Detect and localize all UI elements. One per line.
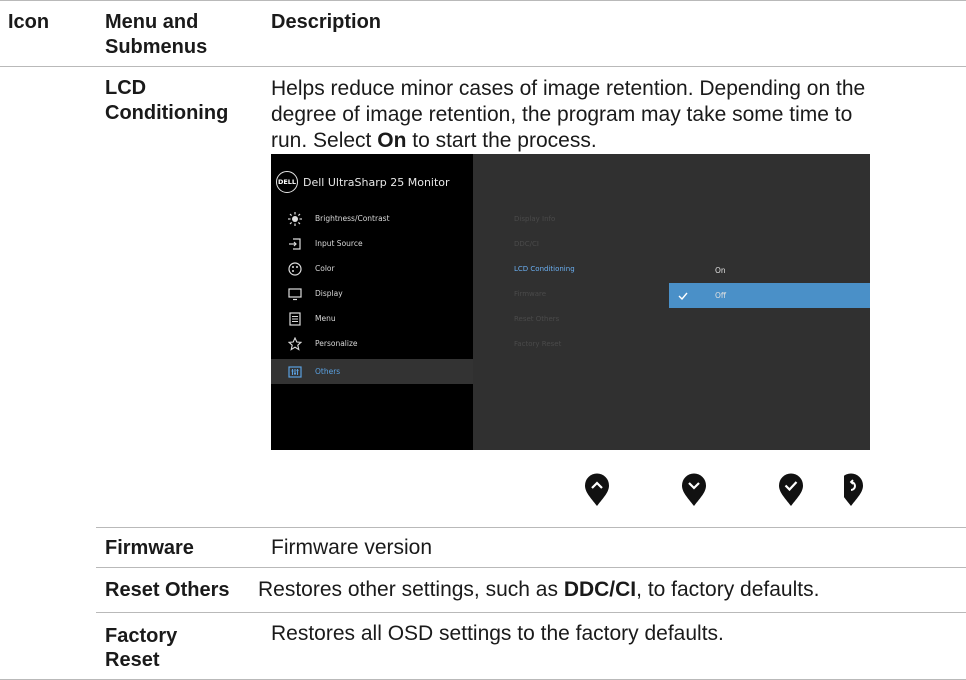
- submenu-factory-reset-line2: Reset: [105, 649, 160, 671]
- menu-icon: [288, 311, 302, 326]
- osd-submenu-firmware[interactable]: Firmware: [514, 290, 546, 298]
- col-header-menu-line2: Submenus: [105, 36, 208, 58]
- osd-option-on[interactable]: On: [669, 258, 870, 283]
- star-icon: [288, 336, 302, 351]
- osd-menu-item-brightness-contrast[interactable]: Brightness/Contrast: [271, 206, 473, 231]
- col-header-icon: Icon: [8, 11, 50, 33]
- table-top-rule: [0, 0, 966, 1]
- osd-menu-label: Display: [315, 289, 343, 298]
- firmware-desc: Firmware version: [271, 536, 433, 559]
- osd-submenu-ddc-ci[interactable]: DDC/CI: [514, 240, 539, 248]
- desc-text: to start the process.: [406, 129, 597, 152]
- osd-submenu-factory-reset[interactable]: Factory Reset: [514, 340, 561, 348]
- others-icon: [288, 365, 302, 379]
- reset-others-desc: Restores other settings, such as DDC/CI,…: [258, 577, 819, 603]
- row-divider: [96, 612, 966, 613]
- confirm-button-icon: [779, 473, 803, 506]
- back-button-icon: [844, 473, 863, 506]
- osd-submenu-lcd-conditioning[interactable]: LCD Conditioning: [514, 265, 575, 273]
- col-header-description: Description: [271, 11, 382, 33]
- dell-logo: DELL: [276, 171, 298, 193]
- up-button-icon: [585, 473, 609, 506]
- submenu-lcd-conditioning-line2: Conditioning: [105, 102, 229, 124]
- lcd-conditioning-desc-line1: Helps reduce minor cases of image retent…: [271, 77, 866, 100]
- osd-option-label: On: [715, 266, 726, 275]
- osd-submenu-display-info[interactable]: Display Info: [514, 215, 555, 223]
- osd-option-off[interactable]: Off: [669, 283, 870, 308]
- color-icon: [288, 261, 302, 276]
- submenu-firmware: Firmware: [105, 537, 194, 559]
- desc-text: Restores other settings, such as: [258, 578, 564, 601]
- osd-menu-item-menu[interactable]: Menu: [271, 306, 473, 331]
- lcd-conditioning-desc-line2: degree of image retention, the program m…: [271, 103, 853, 126]
- desc-bold-on: On: [377, 129, 407, 152]
- osd-menu-label: Brightness/Contrast: [315, 214, 390, 223]
- check-icon: [669, 292, 697, 300]
- submenu-factory-reset-line1: Factory: [105, 625, 178, 647]
- lcd-conditioning-desc-line3: run. Select On to start the process.: [271, 128, 597, 154]
- display-icon: [288, 287, 302, 301]
- submenu-reset-others: Reset Others: [105, 579, 230, 601]
- osd-menu-item-personalize[interactable]: Personalize: [271, 331, 473, 356]
- osd-menu-item-others[interactable]: Others: [271, 359, 473, 384]
- input-source-icon: [288, 237, 302, 251]
- desc-bold-ddcci: DDC/CI: [563, 578, 637, 601]
- osd-header: DELL Dell UltraSharp 25 Monitor: [276, 171, 450, 193]
- osd-menu-label: Personalize: [315, 339, 358, 348]
- osd-menu-label: Input Source: [315, 239, 363, 248]
- osd-menu-item-color[interactable]: Color: [271, 256, 473, 281]
- header-bottom-rule: [0, 66, 966, 67]
- factory-reset-desc: Restores all OSD settings to the factory…: [271, 622, 724, 645]
- row-divider: [96, 567, 966, 568]
- col-header-menu-line1: Menu and: [105, 11, 199, 33]
- down-button-icon: [682, 473, 706, 506]
- osd-menu-item-display[interactable]: Display: [271, 281, 473, 306]
- submenu-lcd-conditioning-line1: LCD: [105, 77, 147, 99]
- osd-option-label: Off: [715, 291, 727, 300]
- osd-main-menu-panel: DELL Dell UltraSharp 25 Monitor Brightne…: [271, 154, 473, 450]
- desc-text: run. Select: [271, 129, 378, 152]
- osd-screenshot: DELL Dell UltraSharp 25 Monitor Brightne…: [271, 154, 870, 450]
- osd-menu-item-input-source[interactable]: Input Source: [271, 231, 473, 256]
- osd-menu-label: Menu: [315, 314, 336, 323]
- desc-text: , to factory defaults.: [636, 578, 820, 601]
- osd-submenu-reset-others[interactable]: Reset Others: [514, 315, 559, 323]
- osd-title: Dell UltraSharp 25 Monitor: [303, 175, 450, 189]
- osd-menu-label: Others: [315, 367, 341, 376]
- brightness-icon: [288, 211, 302, 226]
- osd-menu-label: Color: [315, 264, 335, 273]
- row-divider: [96, 527, 966, 528]
